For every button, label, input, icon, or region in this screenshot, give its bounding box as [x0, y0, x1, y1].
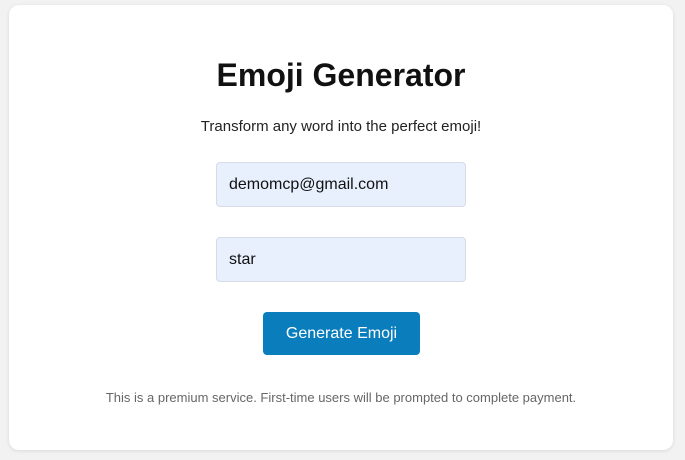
generate-emoji-button[interactable]: Generate Emoji: [263, 312, 420, 355]
generator-card: Emoji Generator Transform any word into …: [9, 5, 673, 450]
page-subtitle: Transform any word into the perfect emoj…: [200, 118, 482, 135]
premium-notice: This is a premium service. First-time us…: [105, 390, 577, 405]
word-input[interactable]: [216, 237, 466, 282]
page-title: Emoji Generator: [216, 57, 466, 93]
email-input[interactable]: [216, 162, 466, 207]
